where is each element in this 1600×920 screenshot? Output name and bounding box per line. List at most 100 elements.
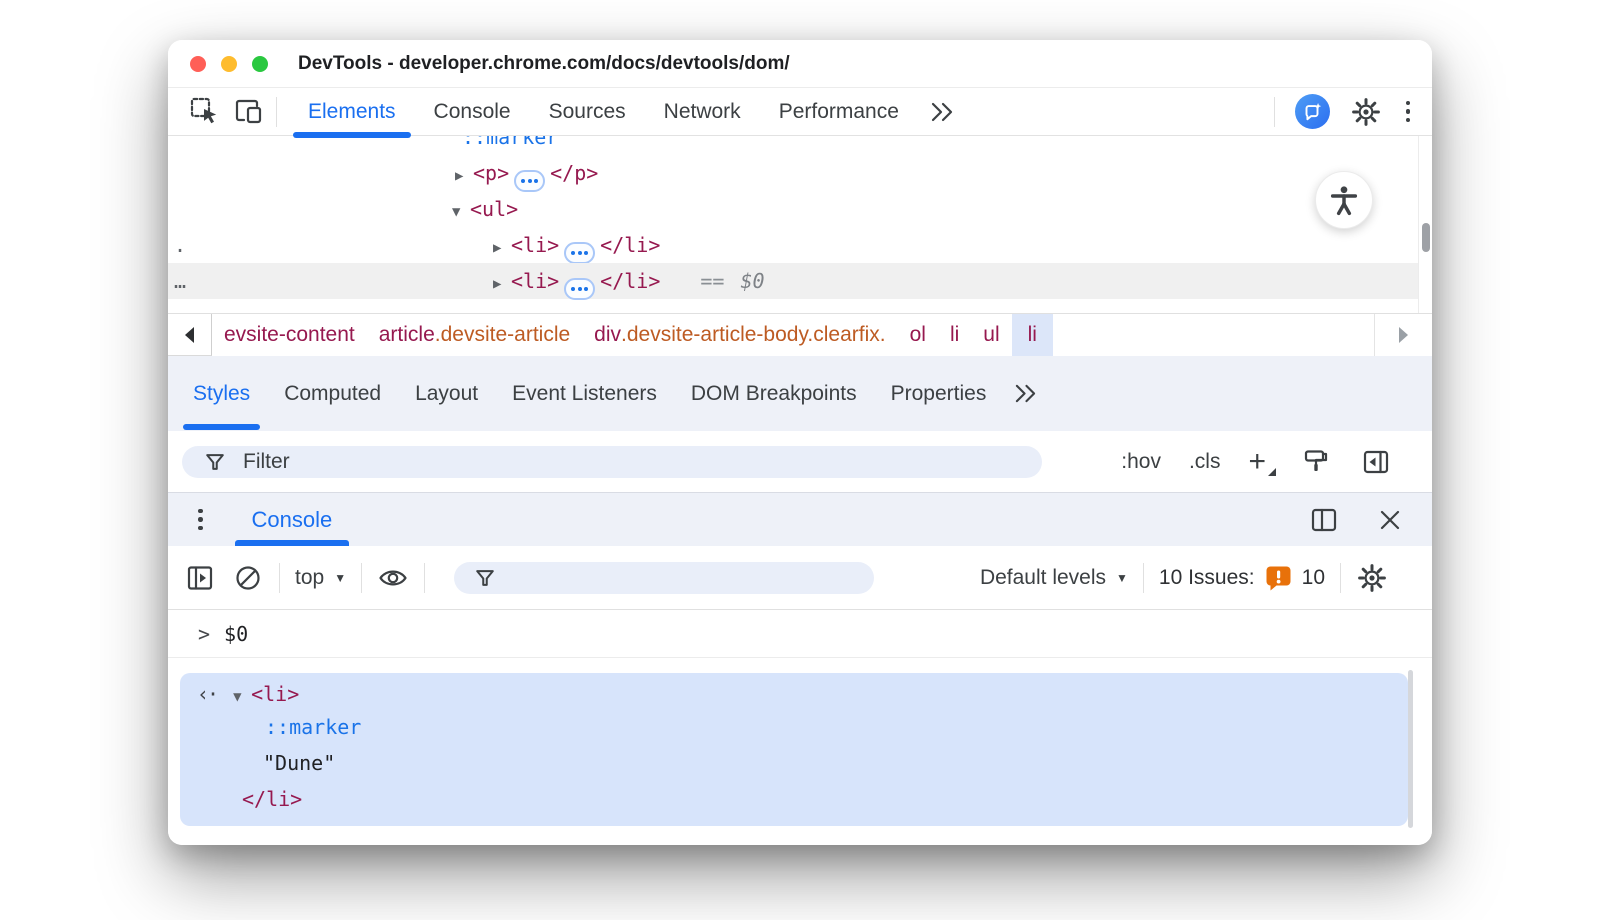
minimize-window-button[interactable]	[221, 56, 237, 72]
window-title: DevTools - developer.chrome.com/docs/dev…	[298, 53, 790, 75]
console-expression: $0	[224, 622, 248, 646]
tab-elements[interactable]: Elements	[289, 88, 415, 135]
issues-warning-icon	[1265, 565, 1292, 591]
expand-arrow-icon[interactable]: ▶	[493, 230, 511, 266]
breadcrumb-item[interactable]: ul	[971, 314, 1011, 356]
javascript-context-dropdown[interactable]: top▼	[295, 566, 346, 590]
accessibility-overlay-button[interactable]	[1315, 171, 1373, 229]
tab-dom-breakpoints[interactable]: DOM Breakpoints	[674, 356, 874, 431]
drawer-tab-console[interactable]: Console	[235, 493, 350, 546]
result-row-pseudo[interactable]: ::marker	[180, 709, 1408, 745]
breadcrumb-item[interactable]: ol	[898, 314, 938, 356]
console-input-chevron: >	[198, 622, 210, 646]
more-options-icon[interactable]	[1402, 97, 1415, 127]
toolbar-separator	[361, 563, 362, 593]
more-tabs-icon[interactable]	[926, 96, 958, 128]
result-row-close-tag[interactable]: </li>	[180, 781, 1408, 817]
elements-scrollbar[interactable]	[1418, 136, 1432, 313]
breadcrumb-item[interactable]: evsite-content	[212, 314, 367, 356]
console-log-entry[interactable]: > $0	[168, 610, 1432, 658]
result-row-open-tag[interactable]: ‹·▼<li>	[180, 673, 1408, 709]
tab-network[interactable]: Network	[645, 88, 760, 135]
chevron-down-icon: ▼	[334, 571, 346, 585]
sidebar-position-icon[interactable]	[1360, 446, 1392, 478]
tab-event-listeners[interactable]: Event Listeners	[495, 356, 674, 431]
result-row-text[interactable]: "Dune"	[180, 745, 1408, 781]
inspect-element-icon[interactable]	[188, 96, 220, 128]
tab-properties[interactable]: Properties	[874, 356, 1004, 431]
breadcrumb-forward-button[interactable]	[1374, 314, 1432, 356]
breadcrumb-item[interactable]: div.devsite-article-body.clearfix.	[582, 314, 897, 356]
rendering-brush-icon[interactable]	[1300, 446, 1332, 478]
collapsed-content-icon[interactable]	[514, 170, 545, 192]
new-style-rule-button[interactable]: +	[1248, 452, 1272, 472]
console-output-arrow-icon: ‹·	[197, 682, 217, 706]
tab-sources[interactable]: Sources	[530, 88, 645, 135]
tab-layout[interactable]: Layout	[398, 356, 495, 431]
clipped-text-fragment: …	[174, 263, 186, 299]
styles-sidebar-tabs: Styles Computed Layout Event Listeners D…	[168, 356, 1432, 431]
tree-row-ul[interactable]: ▼<ul>	[168, 191, 1418, 227]
drawer-menu-icon[interactable]	[194, 505, 207, 535]
styles-filter-field[interactable]	[182, 446, 1042, 478]
tab-console[interactable]: Console	[415, 88, 530, 135]
settings-gear-icon[interactable]	[1350, 96, 1382, 128]
toolbar-separator	[1143, 563, 1144, 593]
right-arrow-icon	[1399, 327, 1408, 343]
console-filter-field[interactable]	[454, 562, 874, 594]
element-classes-button[interactable]: .cls	[1189, 450, 1221, 474]
log-levels-dropdown[interactable]: Default levels▼	[980, 566, 1128, 590]
tab-computed[interactable]: Computed	[267, 356, 398, 431]
scrollbar-thumb[interactable]	[1422, 223, 1430, 252]
tree-row-marker-clipped[interactable]: ::marker	[168, 136, 1418, 155]
tree-row-li-selected[interactable]: ▶<li></li>==$0	[168, 263, 1418, 299]
titlebar: DevTools - developer.chrome.com/docs/dev…	[168, 40, 1432, 88]
zoom-window-button[interactable]	[252, 56, 268, 72]
console-scrollbar-thumb[interactable]	[1408, 670, 1413, 828]
live-expression-eye-icon[interactable]	[377, 562, 409, 594]
styles-filter-input[interactable]	[241, 449, 841, 475]
split-panel-icon[interactable]	[1308, 504, 1340, 536]
show-console-sidebar-icon[interactable]	[184, 562, 216, 594]
tab-performance[interactable]: Performance	[760, 88, 918, 135]
expand-arrow-icon[interactable]: ▶	[493, 266, 511, 302]
collapsed-content-icon[interactable]	[564, 242, 595, 264]
dollar-zero-annotation: $0	[740, 269, 764, 293]
collapse-arrow-icon[interactable]: ▼	[452, 194, 470, 230]
console-settings-gear-icon[interactable]	[1356, 562, 1388, 594]
breadcrumb-item[interactable]: li	[938, 314, 971, 356]
main-tabs: Elements Console Sources Network Perform…	[289, 88, 958, 135]
console-toolbar-right: Default levels▼ 10 Issues: 10	[980, 562, 1388, 594]
toggle-element-state-button[interactable]: :hov	[1121, 450, 1161, 474]
breadcrumb-item-selected[interactable]: li	[1012, 314, 1053, 356]
tree-row-li-1[interactable]: ▶<li></li>	[168, 227, 1418, 263]
close-drawer-icon[interactable]	[1374, 504, 1406, 536]
toolbar-separator	[279, 563, 280, 593]
ai-assistance-icon[interactable]	[1295, 94, 1330, 129]
close-window-button[interactable]	[190, 56, 206, 72]
toolbar-right	[1274, 94, 1415, 129]
console-toolbar: top▼ Default levels▼	[168, 546, 1432, 610]
device-toolbar-icon[interactable]	[232, 96, 264, 128]
breadcrumb-item[interactable]: article.devsite-article	[367, 314, 582, 356]
left-arrow-icon	[185, 327, 194, 343]
issues-counter[interactable]: 10 Issues: 10	[1159, 565, 1325, 591]
expand-arrow-icon[interactable]: ▶	[455, 158, 473, 194]
breadcrumb-back-button[interactable]	[168, 314, 212, 356]
tree-row-p[interactable]: ▶<p></p>	[168, 155, 1418, 191]
more-panel-tabs-icon[interactable]	[1009, 378, 1041, 410]
devtools-window: DevTools - developer.chrome.com/docs/dev…	[168, 40, 1432, 845]
console-messages-area: > $0 ‹·▼<li> ::marker "Dune" </li>	[168, 610, 1432, 845]
toolbar-separator	[1274, 97, 1275, 127]
main-toolbar: Elements Console Sources Network Perform…	[168, 88, 1432, 136]
collapsed-content-icon[interactable]	[564, 278, 595, 300]
styles-toolbar-buttons: :hov .cls +	[1121, 446, 1392, 478]
clear-console-icon[interactable]	[232, 562, 264, 594]
drawer-header-right	[1308, 504, 1406, 536]
tab-styles[interactable]: Styles	[176, 356, 267, 431]
collapse-arrow-icon[interactable]: ▼	[233, 679, 251, 715]
console-result-selected[interactable]: ‹·▼<li> ::marker "Dune" </li>	[180, 673, 1408, 826]
traffic-lights	[190, 56, 268, 72]
console-drawer-header: Console	[168, 492, 1432, 546]
screenshot-stage: DevTools - developer.chrome.com/docs/dev…	[0, 0, 1600, 920]
